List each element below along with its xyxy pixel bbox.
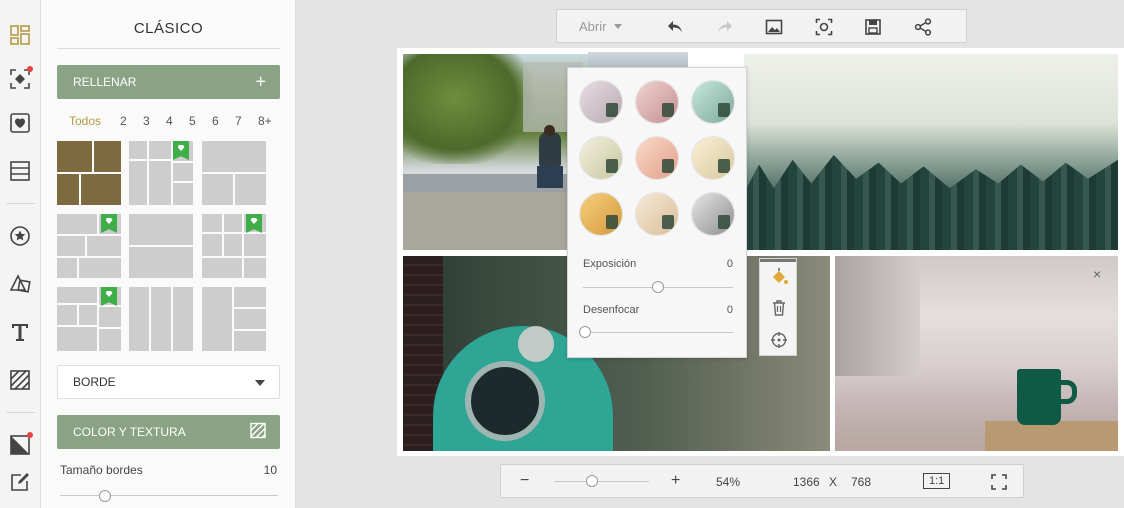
filter-5[interactable]: 5	[189, 114, 212, 128]
border-size-value: 10	[263, 463, 277, 477]
fill-button[interactable]: RELLENAR +	[57, 65, 280, 99]
layout-thumbnail[interactable]	[129, 141, 193, 205]
texture-icon	[250, 422, 266, 442]
stickers-icon[interactable]	[7, 110, 33, 136]
filter-swatch[interactable]	[636, 81, 678, 123]
filter-swatch[interactable]	[636, 137, 678, 179]
layout-thumbnail[interactable]	[129, 287, 193, 351]
filter-swatch[interactable]	[580, 81, 622, 123]
exposure-slider-knob[interactable]	[652, 281, 664, 293]
rail-divider	[6, 203, 35, 204]
layout-thumbnail[interactable]	[202, 214, 266, 278]
layout-thumbnail[interactable]	[202, 287, 266, 351]
canvas-width: 1366	[793, 475, 820, 489]
photo-count-filter: Todos 2 3 4 5 6 7 8+	[69, 114, 279, 128]
layout-panel: CLÁSICO RELLENAR + Todos 2 3 4 5 6 7 8+	[41, 0, 296, 508]
photo-bed-mug[interactable]	[835, 256, 1118, 451]
zoom-out-button[interactable]: −	[520, 472, 529, 490]
photo-side-tools	[759, 258, 797, 356]
border-size-label: Tamaño bordes	[60, 463, 143, 477]
canvas-height: 768	[851, 475, 872, 489]
border-size-slider[interactable]	[60, 495, 278, 496]
rail-divider	[6, 412, 35, 413]
filter-swatch[interactable]	[580, 137, 622, 179]
exposure-label: Exposición	[583, 258, 637, 270]
close-photo-icon[interactable]: ×	[1093, 266, 1101, 282]
layout-thumbnail[interactable]	[202, 141, 266, 205]
zoom-in-button[interactable]: +	[671, 472, 680, 490]
redo-icon[interactable]	[715, 17, 735, 37]
filter-4[interactable]: 4	[166, 114, 189, 128]
panel-title: CLÁSICO	[133, 20, 204, 37]
target-icon[interactable]	[768, 329, 790, 351]
layout-thumbnail[interactable]	[57, 287, 121, 351]
backgrounds-icon[interactable]	[7, 158, 33, 184]
filter-2[interactable]: 2	[120, 114, 143, 128]
badges-icon[interactable]	[7, 223, 33, 249]
actual-size-button[interactable]: 1:1	[923, 473, 951, 489]
filter-popup: Exposición 0 Desenfocar 0	[567, 67, 747, 358]
border-size-slider-knob[interactable]	[99, 490, 111, 502]
layouts-icon[interactable]	[7, 22, 33, 48]
layout-thumbnail[interactable]	[129, 214, 193, 278]
edit-icon[interactable]	[7, 469, 33, 495]
filter-swatch[interactable]	[692, 193, 734, 235]
blur-slider-knob[interactable]	[579, 326, 591, 338]
notification-dot	[27, 66, 33, 72]
panel-title-divider	[57, 48, 280, 49]
chevron-down-icon	[614, 24, 623, 29]
design-elements-icon[interactable]	[7, 66, 33, 92]
filter-swatch[interactable]	[636, 193, 678, 235]
border-dropdown-label: BORDE	[73, 375, 116, 389]
border-dropdown[interactable]: BORDE	[57, 365, 280, 399]
filter-7[interactable]: 7	[235, 114, 258, 128]
filter-all[interactable]: Todos	[69, 114, 120, 128]
zoom-slider-knob[interactable]	[586, 475, 598, 487]
exposure-value: 0	[726, 258, 733, 270]
blur-label: Desenfocar	[583, 304, 640, 316]
blur-value: 0	[726, 304, 733, 316]
filter-6[interactable]: 6	[212, 114, 235, 128]
open-label: Abrir	[579, 19, 607, 34]
top-toolbar: Abrir	[556, 9, 967, 43]
undo-icon[interactable]	[665, 17, 685, 37]
collage-canvas	[397, 48, 1124, 456]
layout-thumbnail-selected[interactable]	[57, 141, 121, 205]
zoom-slider[interactable]	[555, 481, 649, 482]
text-icon[interactable]	[7, 319, 33, 345]
photo-foggy-forest[interactable]	[744, 54, 1118, 250]
notification-dot	[27, 432, 33, 438]
layout-thumbnail[interactable]	[57, 214, 121, 278]
zoom-level: 54%	[716, 475, 741, 489]
fill-bucket-icon[interactable]	[768, 266, 790, 288]
plus-icon: +	[255, 71, 266, 92]
left-tool-rail	[0, 0, 41, 508]
share-icon[interactable]	[913, 17, 933, 37]
delete-icon[interactable]	[768, 297, 790, 319]
color-texture-button[interactable]: COLOR Y TEXTURA	[57, 415, 280, 449]
fullscreen-icon[interactable]	[991, 474, 1007, 490]
blur-slider[interactable]	[583, 332, 733, 333]
dimension-separator: X	[829, 475, 838, 489]
save-icon[interactable]	[863, 17, 883, 37]
filter-swatch[interactable]	[692, 81, 734, 123]
filter-8-plus[interactable]: 8+	[258, 114, 272, 128]
color-texture-label: COLOR Y TEXTURA	[73, 425, 186, 439]
image-icon[interactable]	[764, 17, 784, 37]
screenshot-icon[interactable]	[814, 17, 834, 37]
filter-swatch[interactable]	[692, 137, 734, 179]
fill-button-label: RELLENAR	[73, 75, 137, 89]
chevron-down-icon	[255, 380, 265, 386]
overlay-icon[interactable]	[7, 432, 33, 458]
bottom-zoom-bar: − + 54% 1366 X 768 1:1	[500, 464, 1024, 498]
texture-icon[interactable]	[7, 367, 33, 393]
filter-swatch[interactable]	[580, 193, 622, 235]
shapes-icon[interactable]	[7, 271, 33, 297]
filter-3[interactable]: 3	[143, 114, 166, 128]
open-button[interactable]: Abrir	[579, 19, 623, 34]
